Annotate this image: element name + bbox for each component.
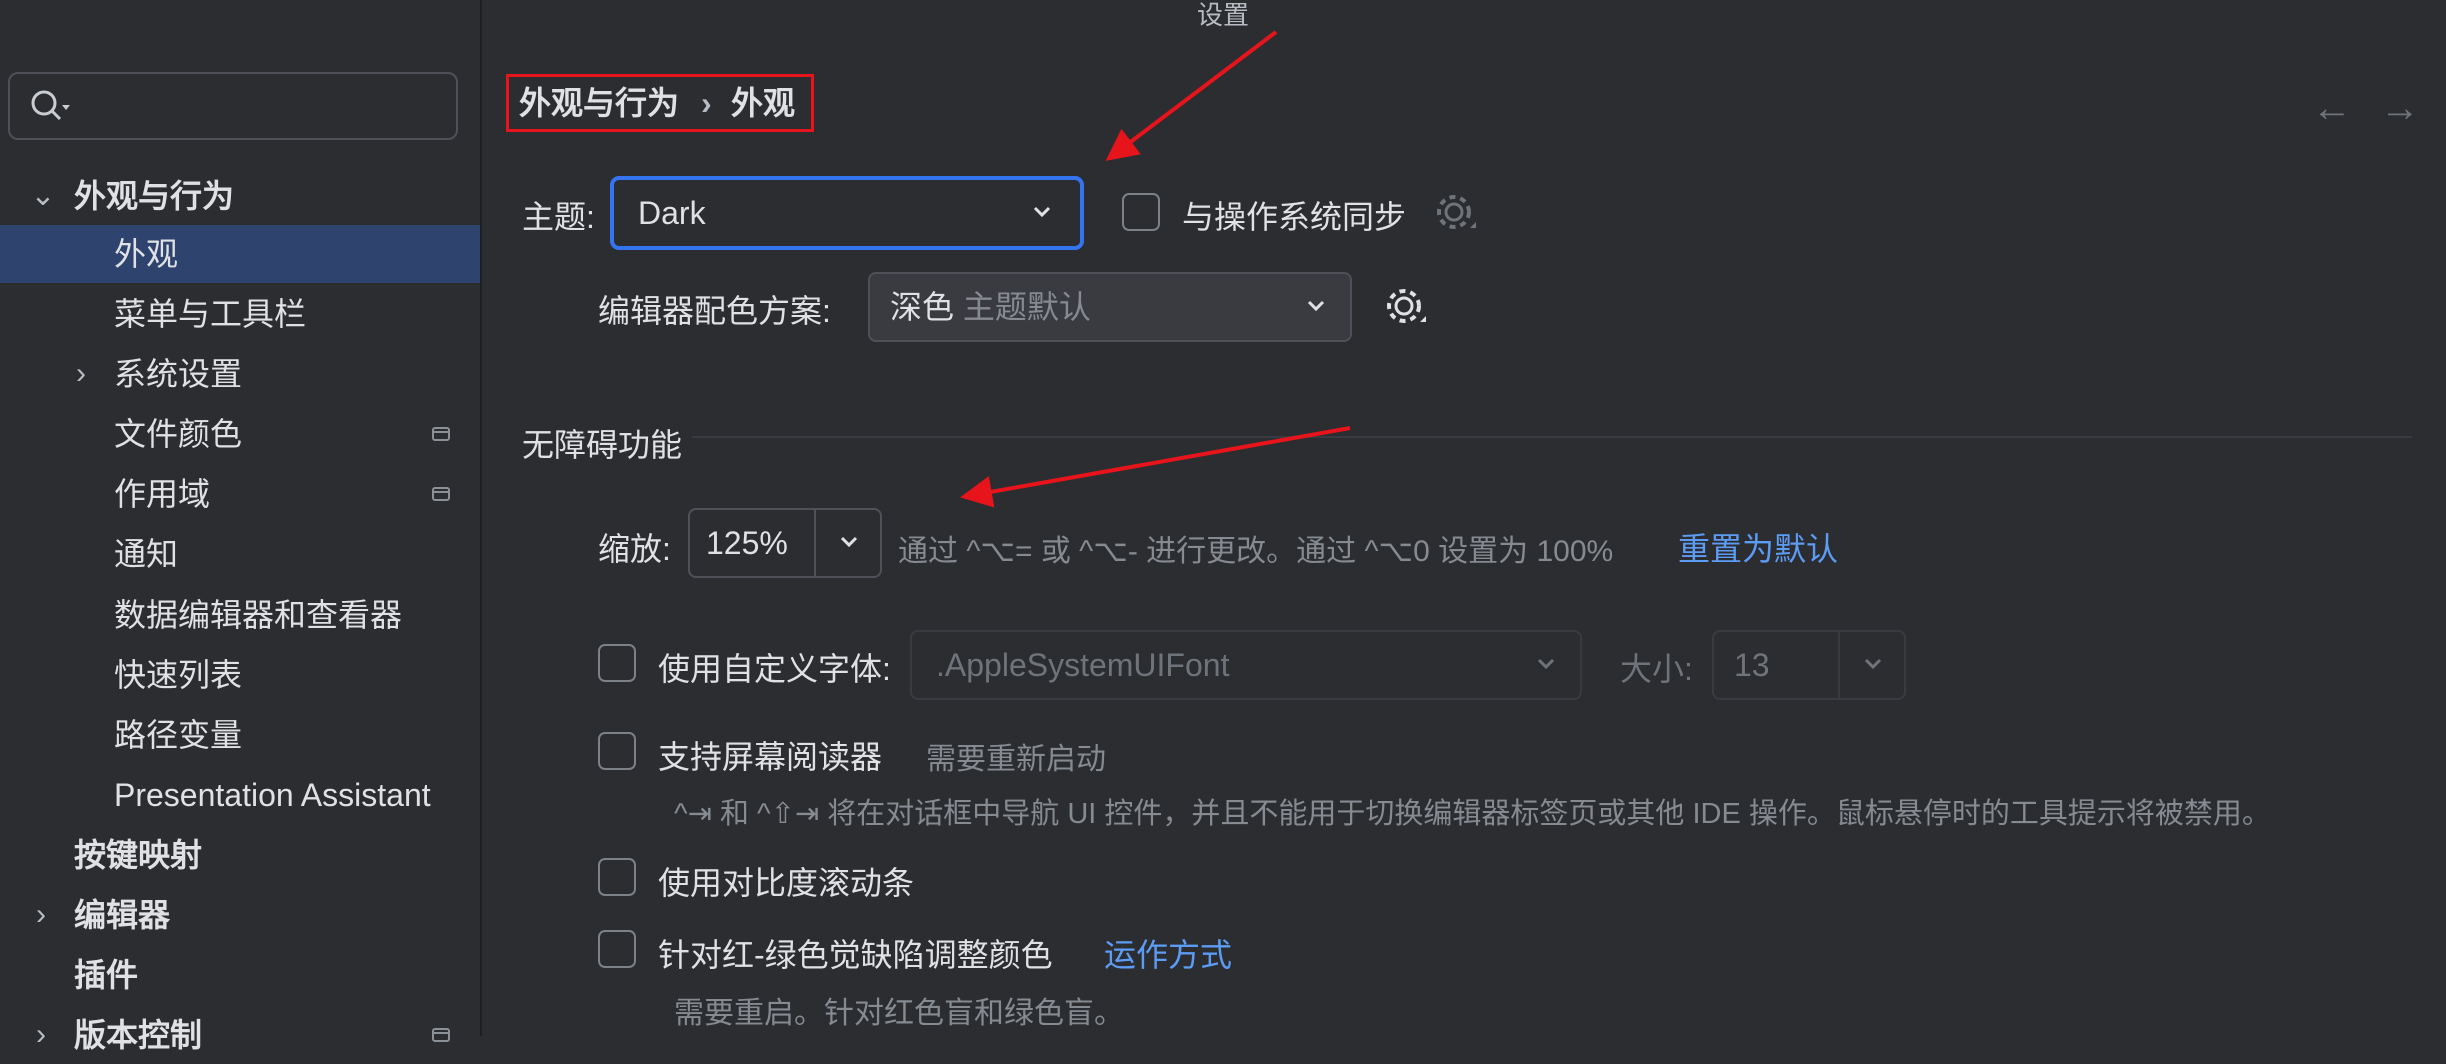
gear-icon[interactable] (1384, 286, 1428, 330)
tree-item-appearance[interactable]: 外观 (0, 225, 480, 283)
tree-item-label: 文件颜色 (114, 416, 243, 452)
chevron-down-icon: ⌄ (30, 179, 56, 212)
tree-item-editor[interactable]: › 编辑器 (0, 886, 480, 944)
zoom-hint: 通过 ^⌥= 或 ^⌥- 进行更改。通过 ^⌥0 设置为 100% (898, 535, 1614, 568)
tree-item-label: 作用域 (114, 476, 211, 512)
font-size-value: 13 (1734, 647, 1770, 683)
breadcrumb-separator: › (701, 85, 712, 121)
tree-item-label: 编辑器 (74, 897, 171, 933)
chevron-down-icon (1022, 180, 1062, 251)
tree-item-appearance-behavior[interactable]: ⌄ 外观与行为 (0, 167, 480, 225)
editor-scheme-dropdown[interactable]: 深色 主题默认 (868, 272, 1352, 342)
color-deficiency-label: 针对红-绿色觉缺陷调整颜色 (658, 937, 1053, 973)
tree-item-file-colors[interactable]: 文件颜色 (0, 405, 480, 463)
zoom-value: 125% (706, 525, 788, 561)
tree-item-label: 系统设置 (114, 356, 243, 392)
tree-item-label: Presentation Assistant (114, 777, 431, 813)
sync-os-checkbox[interactable] (1122, 193, 1160, 231)
tree-item-data-editors[interactable]: 数据编辑器和查看器 (0, 586, 480, 644)
tree-item-label: 快速列表 (114, 657, 243, 693)
custom-font-checkbox[interactable] (598, 644, 636, 682)
custom-font-label: 使用自定义字体: (658, 651, 891, 687)
how-it-works-link[interactable]: 运作方式 (1104, 930, 1232, 976)
chevron-right-icon: › (36, 898, 46, 931)
breadcrumb-current: 外观 (731, 85, 796, 121)
chevron-down-icon (1526, 632, 1566, 703)
editor-scheme-hint: 主题默认 (962, 289, 1091, 325)
project-level-icon (432, 427, 450, 441)
zoom-label: 缩放: (598, 531, 671, 567)
chevron-right-icon: › (76, 357, 86, 390)
color-deficiency-checkbox[interactable] (598, 930, 636, 968)
tree-item-keymap[interactable]: 按键映射 (0, 826, 480, 884)
project-level-icon (432, 487, 450, 501)
screen-reader-description: ^⇥ 和 ^⇧⇥ 将在对话框中导航 UI 控件，并且不能用于切换编辑器标签页或其… (674, 798, 2271, 830)
tree-item-label: 按键映射 (74, 837, 203, 873)
color-deficiency-description: 需要重启。针对红色盲和绿色盲。 (674, 997, 1124, 1030)
settings-sidebar: ⌄ 外观与行为 外观 菜单与工具栏 › 系统设置 文件颜色 作用域 通知 数据编… (0, 0, 482, 1053)
tree-item-label: 版本控制 (74, 1017, 203, 1053)
settings-search-input[interactable] (8, 72, 458, 140)
gear-icon[interactable] (1434, 192, 1478, 236)
font-size-dropdown[interactable]: 13 (1712, 630, 1906, 700)
search-icon (31, 90, 70, 121)
project-level-icon (432, 1028, 450, 1042)
annotation-arrow (1105, 30, 1278, 161)
section-divider (692, 436, 2412, 438)
tree-item-label: 数据编辑器和查看器 (114, 597, 403, 633)
tree-item-label: 路径变量 (114, 717, 243, 753)
contrast-scrollbars-checkbox[interactable] (598, 858, 636, 896)
chevron-down-icon (1842, 632, 1904, 703)
tree-item-plugins[interactable]: 插件 (0, 946, 480, 1004)
tree-item-quick-lists[interactable]: 快速列表 (0, 646, 480, 704)
tree-item-scopes[interactable]: 作用域 (0, 465, 480, 523)
reset-zoom-link[interactable]: 重置为默认 (1678, 524, 1838, 570)
font-dropdown[interactable]: .AppleSystemUIFont (910, 630, 1582, 700)
font-value: .AppleSystemUIFont (936, 647, 1230, 683)
zoom-dropdown[interactable]: 125% (688, 508, 882, 578)
editor-scheme-label: 编辑器配色方案: (598, 293, 831, 329)
tree-item-label: 外观 (114, 236, 179, 272)
tree-item-path-variables[interactable]: 路径变量 (0, 706, 480, 764)
chevron-down-icon (1296, 274, 1336, 345)
annotation-arrow (960, 426, 1351, 508)
breadcrumb-parent[interactable]: 外观与行为 (519, 77, 679, 129)
theme-value: Dark (638, 195, 706, 231)
back-arrow-icon[interactable]: ← (2312, 86, 2352, 131)
chevron-down-icon (818, 510, 880, 581)
dropdown-divider (1838, 632, 1840, 698)
tree-item-notifications[interactable]: 通知 (0, 525, 480, 583)
editor-scheme-value: 深色 (890, 289, 955, 325)
tree-item-label: 通知 (114, 536, 179, 572)
tree-item-system-settings[interactable]: › 系统设置 (0, 345, 480, 403)
sync-os-label: 与操作系统同步 (1182, 199, 1407, 235)
chevron-right-icon: › (36, 1018, 46, 1051)
dropdown-divider (814, 510, 816, 576)
screen-reader-note: 需要重新启动 (926, 743, 1106, 776)
theme-label: 主题: (522, 199, 595, 235)
theme-dropdown[interactable]: Dark (610, 176, 1084, 250)
contrast-scrollbars-label: 使用对比度滚动条 (658, 865, 915, 901)
breadcrumb: 外观与行为 › 外观 (506, 74, 814, 132)
screen-reader-label: 支持屏幕阅读器 (658, 739, 883, 775)
screen-reader-checkbox[interactable] (598, 732, 636, 770)
tree-item-label: 插件 (74, 957, 139, 993)
tree-item-version-control[interactable]: › 版本控制 (0, 1006, 480, 1064)
tree-item-menus-toolbars[interactable]: 菜单与工具栏 (0, 285, 480, 343)
tree-item-presentation-assistant[interactable]: Presentation Assistant (0, 766, 480, 824)
font-size-label: 大小: (1620, 651, 1693, 687)
tree-item-label: 外观与行为 (74, 178, 235, 214)
tree-item-label: 菜单与工具栏 (114, 296, 307, 332)
accessibility-section-title: 无障碍功能 (522, 427, 683, 463)
forward-arrow-icon[interactable]: → (2380, 86, 2420, 131)
